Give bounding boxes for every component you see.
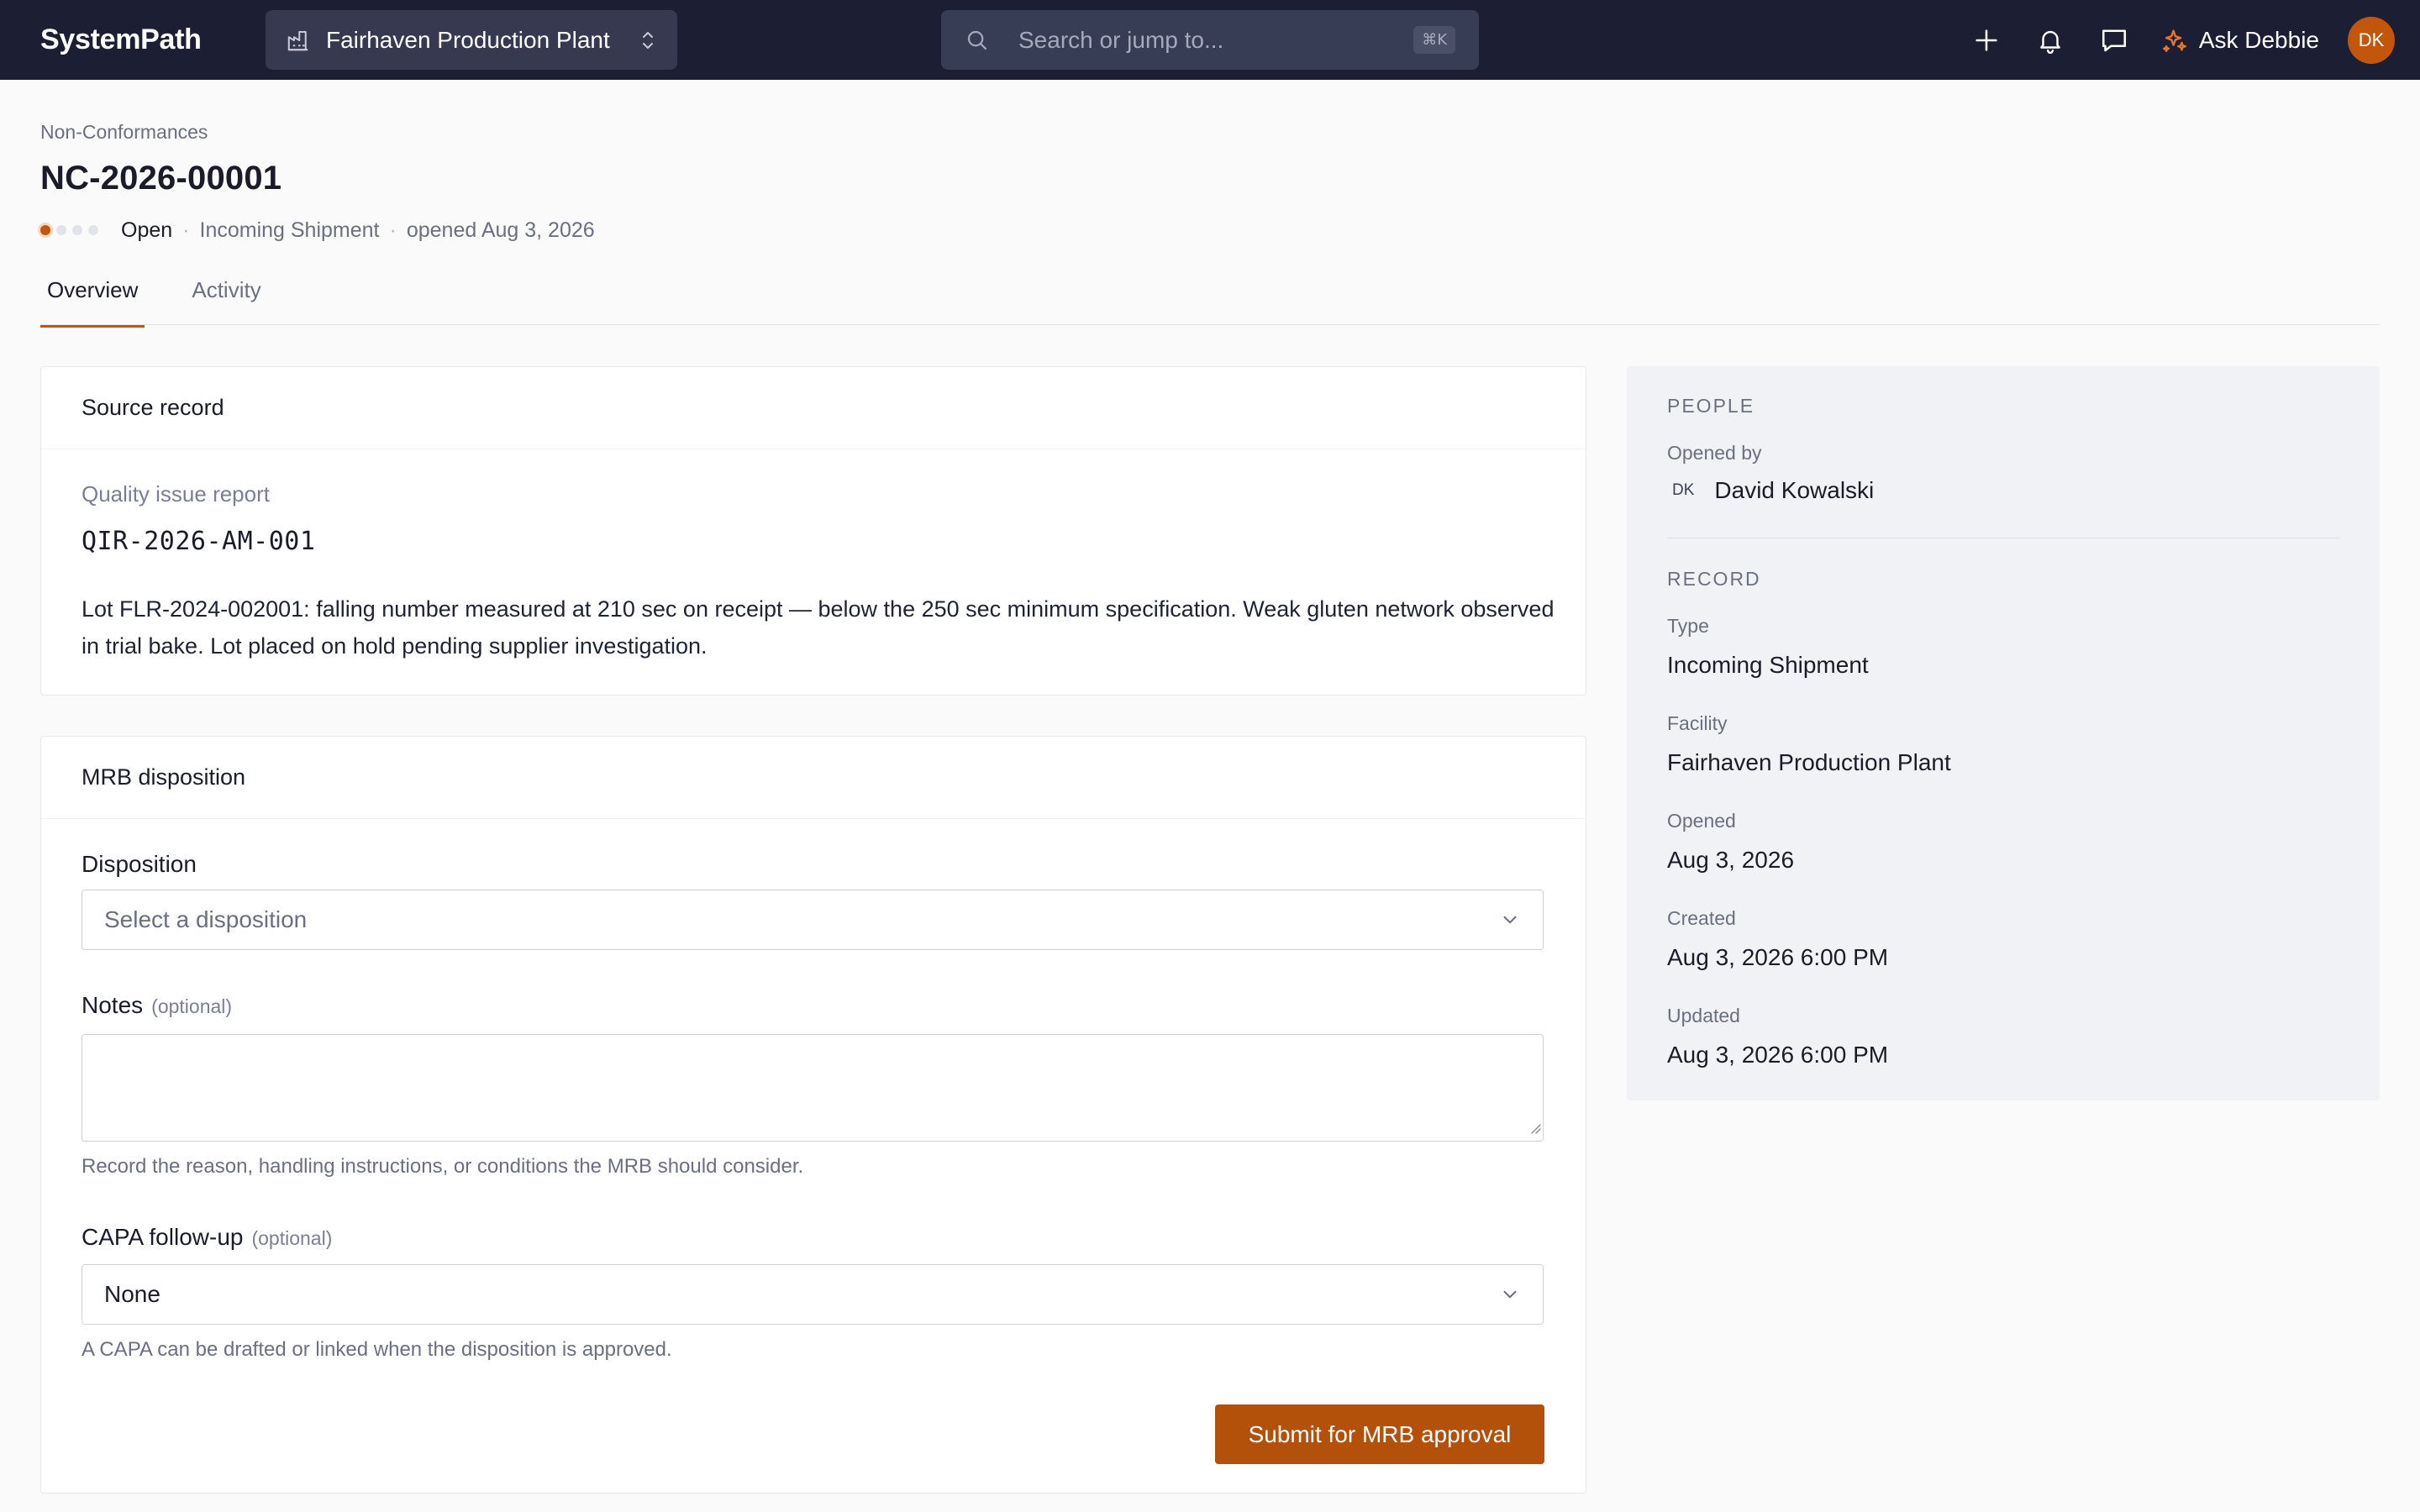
type-value: Incoming Shipment xyxy=(1667,652,1869,678)
notes-help-text: Record the reason, handling instructions… xyxy=(82,1155,804,1178)
tabs-divider xyxy=(40,324,2380,325)
search-shortcut-hint: ⌘K xyxy=(1413,26,1455,54)
updated-label: Updated xyxy=(1667,1005,1740,1026)
facility-value: Fairhaven Production Plant xyxy=(1667,749,1951,775)
capa-select[interactable]: None xyxy=(82,1264,1544,1325)
chevron-up-down-icon xyxy=(639,28,657,53)
messages-button[interactable] xyxy=(2096,23,2132,58)
disposition-label-text: Disposition xyxy=(82,851,197,877)
notes-optional-tag: (optional) xyxy=(151,995,233,1017)
capa-label: CAPA follow-up (optional) xyxy=(82,1224,332,1251)
source-record-heading: Source record xyxy=(41,367,1586,449)
created-value: Aug 3, 2026 6:00 PM xyxy=(1667,944,1889,970)
page-title: NC-2026-00001 xyxy=(40,160,282,197)
disposition-label: Disposition xyxy=(82,851,197,878)
disposition-placeholder: Select a disposition xyxy=(104,906,308,932)
breadcrumb-non-conformances[interactable]: Non-Conformances xyxy=(40,121,208,144)
user-avatar[interactable]: DK xyxy=(2348,16,2395,64)
opened-label: Opened xyxy=(1667,810,1736,832)
person-name[interactable]: David Kowalski xyxy=(1714,477,1874,504)
details-side-panel: PEOPLE Opened by DK David Kowalski RECOR… xyxy=(1627,366,2380,1100)
plus-icon xyxy=(1972,26,2001,55)
source-record-card: Source record Quality issue report QIR-2… xyxy=(40,366,1586,696)
top-navigation-bar: SystemPath Fairhaven Production Plant ⌘K xyxy=(0,0,2420,80)
stage-dot xyxy=(72,225,82,235)
disposition-select[interactable]: Select a disposition xyxy=(82,890,1544,950)
separator-dot: · xyxy=(389,218,397,242)
resize-grip-icon[interactable] xyxy=(1527,1120,1542,1135)
separator-dot: · xyxy=(182,218,190,242)
tab-bar: Overview Activity xyxy=(40,269,308,328)
created-label: Created xyxy=(1667,907,1736,929)
ask-debbie-button[interactable]: Ask Debbie xyxy=(2160,26,2319,55)
chevron-down-icon xyxy=(1499,909,1521,931)
notes-label-text: Notes xyxy=(82,992,144,1018)
qir-description: Lot FLR-2024-002001: falling number meas… xyxy=(82,596,1555,659)
qir-id-link[interactable]: QIR-2026-AM-001 xyxy=(82,527,315,556)
record-section-title: RECORD xyxy=(1667,568,1761,590)
chevron-down-icon xyxy=(1499,1284,1521,1305)
tab-overview[interactable]: Overview xyxy=(40,269,145,328)
opened-date: opened Aug 3, 2026 xyxy=(406,218,595,242)
factory-icon xyxy=(286,28,311,53)
capa-selected-value: None xyxy=(104,1281,160,1307)
notes-textarea[interactable] xyxy=(82,1034,1544,1142)
status-badge: Open xyxy=(121,218,173,242)
stage-dot xyxy=(88,225,98,235)
opened-by-person: DK David Kowalski xyxy=(1667,477,1874,504)
tab-activity[interactable]: Activity xyxy=(185,269,267,328)
search-input[interactable] xyxy=(1018,26,1414,54)
capa-label-text: CAPA follow-up xyxy=(82,1224,244,1250)
person-avatar: DK xyxy=(1672,481,1695,499)
chat-bubble-icon xyxy=(2099,25,2129,55)
sparkle-icon xyxy=(2160,26,2189,55)
status-line: Open · Incoming Shipment · opened Aug 3,… xyxy=(40,215,595,245)
capa-optional-tag: (optional) xyxy=(251,1227,333,1249)
stage-progress-indicator xyxy=(40,225,104,235)
nc-type: Incoming Shipment xyxy=(199,218,380,242)
facility-label: Facility xyxy=(1667,712,1728,734)
facility-name: Fairhaven Production Plant xyxy=(326,26,610,53)
notifications-button[interactable] xyxy=(2033,23,2068,58)
opened-value: Aug 3, 2026 xyxy=(1667,847,1795,873)
stage-dot xyxy=(56,225,66,235)
ask-debbie-label: Ask Debbie xyxy=(2198,26,2319,53)
capa-help-text: A CAPA can be drafted or linked when the… xyxy=(82,1338,672,1361)
mrb-disposition-card: MRB disposition Disposition Select a dis… xyxy=(40,736,1586,1494)
qir-label: Quality issue report xyxy=(82,481,270,507)
global-search[interactable]: ⌘K xyxy=(941,10,1479,70)
brand-logo[interactable]: SystemPath xyxy=(40,0,202,80)
create-button[interactable] xyxy=(1969,23,2004,58)
type-label: Type xyxy=(1667,615,1709,637)
bell-icon xyxy=(2036,26,2065,55)
search-icon xyxy=(965,28,990,53)
submit-mrb-approval-button[interactable]: Submit for MRB approval xyxy=(1215,1404,1544,1464)
notes-label: Notes (optional) xyxy=(82,992,232,1019)
updated-value: Aug 3, 2026 6:00 PM xyxy=(1667,1042,1889,1068)
stage-dot-current xyxy=(40,225,50,235)
mrb-disposition-heading: MRB disposition xyxy=(41,737,1586,819)
facility-switcher[interactable]: Fairhaven Production Plant xyxy=(266,10,677,70)
people-section-title: PEOPLE xyxy=(1667,395,1755,417)
opened-by-label: Opened by xyxy=(1667,442,1762,464)
